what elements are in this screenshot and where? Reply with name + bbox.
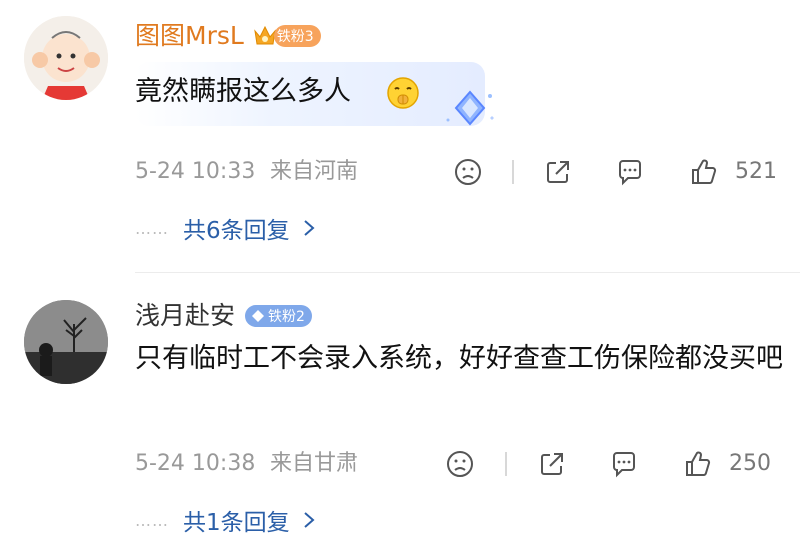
like-count: 521 xyxy=(735,159,777,184)
comment-time: 5-24 10:33 xyxy=(135,159,256,184)
user-name[interactable]: 浅月赴安 xyxy=(135,298,235,334)
avatar[interactable] xyxy=(24,300,108,384)
dislike-face-icon[interactable] xyxy=(445,449,475,479)
comment-item: 浅月赴安 铁粉2 只有临时工不会录入系统，好好查查工伤保险都没买吧 5-24 1… xyxy=(0,274,800,558)
avatar[interactable] xyxy=(24,16,108,100)
reply-dots: …… xyxy=(135,510,169,530)
comment-location: 来自甘肃 xyxy=(270,451,359,476)
comment-icon[interactable] xyxy=(609,449,639,479)
comment-time: 5-24 10:38 xyxy=(135,451,256,476)
fan-badge[interactable]: 铁粉3 xyxy=(273,25,321,47)
comment-icon[interactable] xyxy=(615,157,645,187)
comment-text: 只有临时工不会录入系统，好好查查工伤保险都没买吧 xyxy=(135,343,783,374)
reply-dots: …… xyxy=(135,218,169,238)
reply-row[interactable]: …… 共1条回复 xyxy=(135,500,316,540)
like-icon[interactable] xyxy=(689,157,719,187)
share-icon[interactable] xyxy=(537,449,567,479)
user-name[interactable]: 图图MrsL xyxy=(135,18,244,54)
comment-item: 图图MrsL 铁粉3 竟然瞒报这么多人 5-24 10:33 来自河南 521 … xyxy=(0,0,800,272)
view-replies-link[interactable]: 共1条回复 xyxy=(183,503,290,537)
action-divider xyxy=(512,160,514,184)
chevron-right-icon xyxy=(303,512,315,528)
chevron-right-icon xyxy=(303,220,315,236)
like-icon[interactable] xyxy=(683,449,713,479)
view-replies-link[interactable]: 共6条回复 xyxy=(183,211,290,245)
comment-location: 来自河南 xyxy=(270,159,359,184)
name-row: 图图MrsL 铁粉3 xyxy=(135,18,321,54)
dislike-face-icon[interactable] xyxy=(453,157,483,187)
reply-row[interactable]: …… 共6条回复 xyxy=(135,208,316,248)
fan-badge[interactable]: 铁粉2 xyxy=(245,305,312,327)
diamond-icon xyxy=(252,310,265,322)
diamond-deco-icon xyxy=(446,90,494,126)
share-icon[interactable] xyxy=(543,157,573,187)
meta-row: 5-24 10:33 来自河南 521 xyxy=(135,152,800,192)
action-divider xyxy=(505,452,507,476)
comment-text: 竟然瞒报这么多人 xyxy=(135,76,351,107)
shushing-face-icon xyxy=(387,77,419,109)
divider xyxy=(135,272,800,273)
name-row: 浅月赴安 铁粉2 xyxy=(135,298,312,334)
meta-row: 5-24 10:38 来自甘肃 250 xyxy=(135,444,800,484)
like-count: 250 xyxy=(729,451,771,476)
